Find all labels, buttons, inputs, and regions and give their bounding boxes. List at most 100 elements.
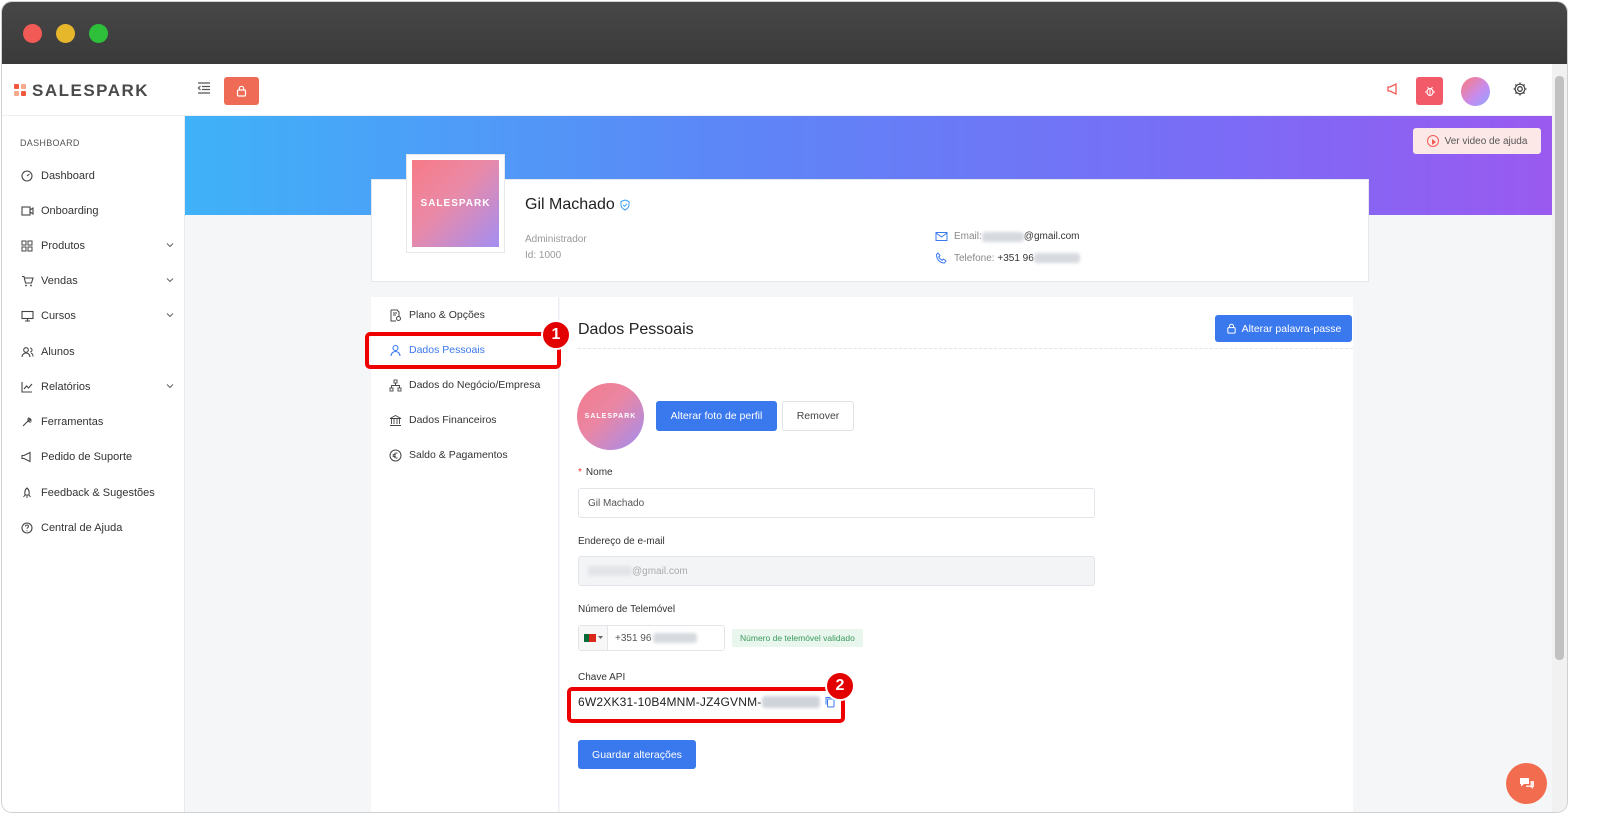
- email-value: @gmail.com: [1023, 231, 1080, 242]
- annotation-highlight-2: [567, 687, 845, 723]
- change-password-button[interactable]: Alterar palavra-passe: [1215, 315, 1352, 342]
- sidebar-item-dashboard[interactable]: Dashboard: [20, 166, 175, 186]
- name-input[interactable]: Gil Machado: [578, 488, 1095, 518]
- vertical-scrollbar[interactable]: [1552, 64, 1567, 812]
- profile-name: Gil Machado: [525, 196, 631, 214]
- avatar-brand: SALESPARK: [584, 413, 637, 420]
- profile-name-text: Gil Machado: [525, 196, 615, 213]
- chat-support-button[interactable]: [1506, 763, 1547, 804]
- email-label: Email:: [954, 231, 982, 242]
- chat-icon: [1519, 777, 1534, 789]
- email-input[interactable]: @gmail.com: [578, 556, 1095, 586]
- change-photo-button[interactable]: Alterar foto de perfil: [656, 401, 777, 431]
- help-icon: [20, 521, 34, 535]
- phone-icon: [935, 252, 947, 264]
- bug-icon: [1424, 86, 1435, 97]
- menu-item-label: Plano & Opções: [409, 309, 485, 321]
- profile-avatar: SALESPARK: [577, 383, 644, 450]
- email-input-value: @gmail.com: [632, 565, 688, 577]
- profile-email: Email: @gmail.com: [935, 231, 1080, 242]
- sidebar-item-label: Onboarding: [41, 205, 99, 217]
- panel-divider: [578, 348, 1353, 349]
- megaphone-icon: [20, 450, 34, 464]
- document-settings-icon: [390, 309, 401, 321]
- play-icon: [1426, 135, 1439, 147]
- sidebar-item-pedido-suporte[interactable]: Pedido de Suporte: [20, 447, 175, 467]
- sidebar-item-label: Pedido de Suporte: [41, 451, 133, 463]
- profile-id: Id: 1000: [525, 250, 562, 261]
- blurred-phone: [1033, 253, 1080, 263]
- menu-item-plano-opcoes[interactable]: Plano & Opções: [389, 305, 485, 325]
- wrench-icon: [20, 415, 34, 429]
- chevron-down-icon: [166, 278, 174, 283]
- sitemap-icon: [389, 379, 402, 391]
- profile-phone: Telefone: +351 96: [935, 252, 1080, 264]
- sidebar-section-title: DASHBOARD: [20, 138, 80, 148]
- user-avatar[interactable]: [1461, 77, 1490, 106]
- sidebar-item-alunos[interactable]: Alunos: [20, 342, 175, 362]
- sidebar-item-label: Feedback & Sugestões: [41, 487, 155, 499]
- annotation-badge-1: 1: [541, 320, 571, 350]
- monitor-icon: [20, 309, 34, 323]
- phone-input[interactable]: +351 96: [578, 625, 725, 651]
- help-video-button[interactable]: Ver video de ajuda: [1413, 128, 1541, 154]
- phone-field-label: Número de Telemóvel: [578, 604, 676, 615]
- lock-icon: [236, 85, 247, 97]
- brand-logo[interactable]: SALESPARK: [14, 81, 149, 101]
- sidebar-item-vendas[interactable]: Vendas: [20, 271, 175, 291]
- grid-icon: [20, 239, 34, 253]
- gear-icon[interactable]: [1512, 81, 1530, 99]
- sidebar-item-label: Cursos: [41, 310, 76, 322]
- maximize-window-button[interactable]: [89, 24, 108, 43]
- euro-icon: [389, 449, 402, 461]
- sidebar-item-central-ajuda[interactable]: Central de Ajuda: [20, 518, 175, 538]
- sidebar-item-feedback[interactable]: Feedback & Sugestões: [20, 483, 175, 503]
- personal-data-panel: Dados Pessoais Alterar palavra-passe SAL…: [560, 297, 1353, 812]
- api-key-label: Chave API: [578, 672, 626, 683]
- panel-title: Dados Pessoais: [578, 321, 694, 338]
- portugal-flag-icon: [583, 634, 596, 642]
- menu-item-saldo-pagamentos[interactable]: Saldo & Pagamentos: [389, 445, 508, 465]
- title-bar: [2, 2, 1567, 64]
- sidebar-item-produtos[interactable]: Produtos: [20, 236, 175, 256]
- chevron-down-icon: [166, 313, 174, 318]
- lock-button[interactable]: [224, 77, 259, 105]
- chevron-down-icon: [166, 384, 174, 389]
- sidebar-item-cursos[interactable]: Cursos: [20, 306, 175, 326]
- mail-icon: [935, 232, 948, 241]
- sidebar-item-label: Relatórios: [41, 381, 91, 393]
- save-changes-button[interactable]: Guardar alterações: [578, 740, 696, 769]
- sidebar-item-onboarding[interactable]: Onboarding: [20, 201, 175, 221]
- remove-photo-button[interactable]: Remover: [782, 401, 854, 431]
- blurred-phone-field: [653, 633, 698, 643]
- sidebar: DASHBOARD Dashboard Onboarding Produtos …: [2, 116, 185, 812]
- sidebar-item-label: Central de Ajuda: [41, 522, 123, 534]
- sidebar-item-relatorios[interactable]: Relatórios: [20, 377, 175, 397]
- country-selector[interactable]: [579, 626, 608, 650]
- sidebar-item-ferramentas[interactable]: Ferramentas: [20, 412, 175, 432]
- menu-item-dados-financeiros[interactable]: Dados Financeiros: [389, 410, 497, 430]
- megaphone-icon[interactable]: [1386, 82, 1402, 98]
- menu-item-label: Dados Financeiros: [409, 414, 497, 426]
- menu-toggle-icon[interactable]: [196, 80, 214, 98]
- profile-card: [371, 179, 1369, 282]
- menu-item-dados-negocio[interactable]: Dados do Negócio/Empresa: [389, 375, 540, 395]
- sidebar-item-label: Dashboard: [41, 170, 95, 182]
- logo-mark-icon: [14, 84, 28, 98]
- annotation-badge-2: 2: [825, 671, 855, 701]
- profile-image-brand: SALESPARK: [420, 198, 491, 209]
- close-window-button[interactable]: [23, 24, 42, 43]
- main-content: Ver video de ajuda SALESPARK Gil Machado…: [185, 116, 1552, 812]
- gauge-icon: [20, 169, 34, 183]
- verified-icon: [620, 199, 630, 211]
- sidebar-item-label: Produtos: [41, 240, 86, 252]
- annotation-highlight-1: [365, 332, 561, 369]
- scrollbar-thumb[interactable]: [1555, 76, 1564, 660]
- email-field-label: Endereço de e-mail: [578, 536, 665, 547]
- minimize-window-button[interactable]: [56, 24, 75, 43]
- brand-name: SALESPARK: [32, 81, 150, 100]
- profile-role: Administrador: [525, 234, 587, 245]
- top-bar: SALESPARK: [2, 64, 1552, 116]
- bug-report-button[interactable]: [1416, 77, 1443, 105]
- sidebar-item-label: Ferramentas: [41, 416, 104, 428]
